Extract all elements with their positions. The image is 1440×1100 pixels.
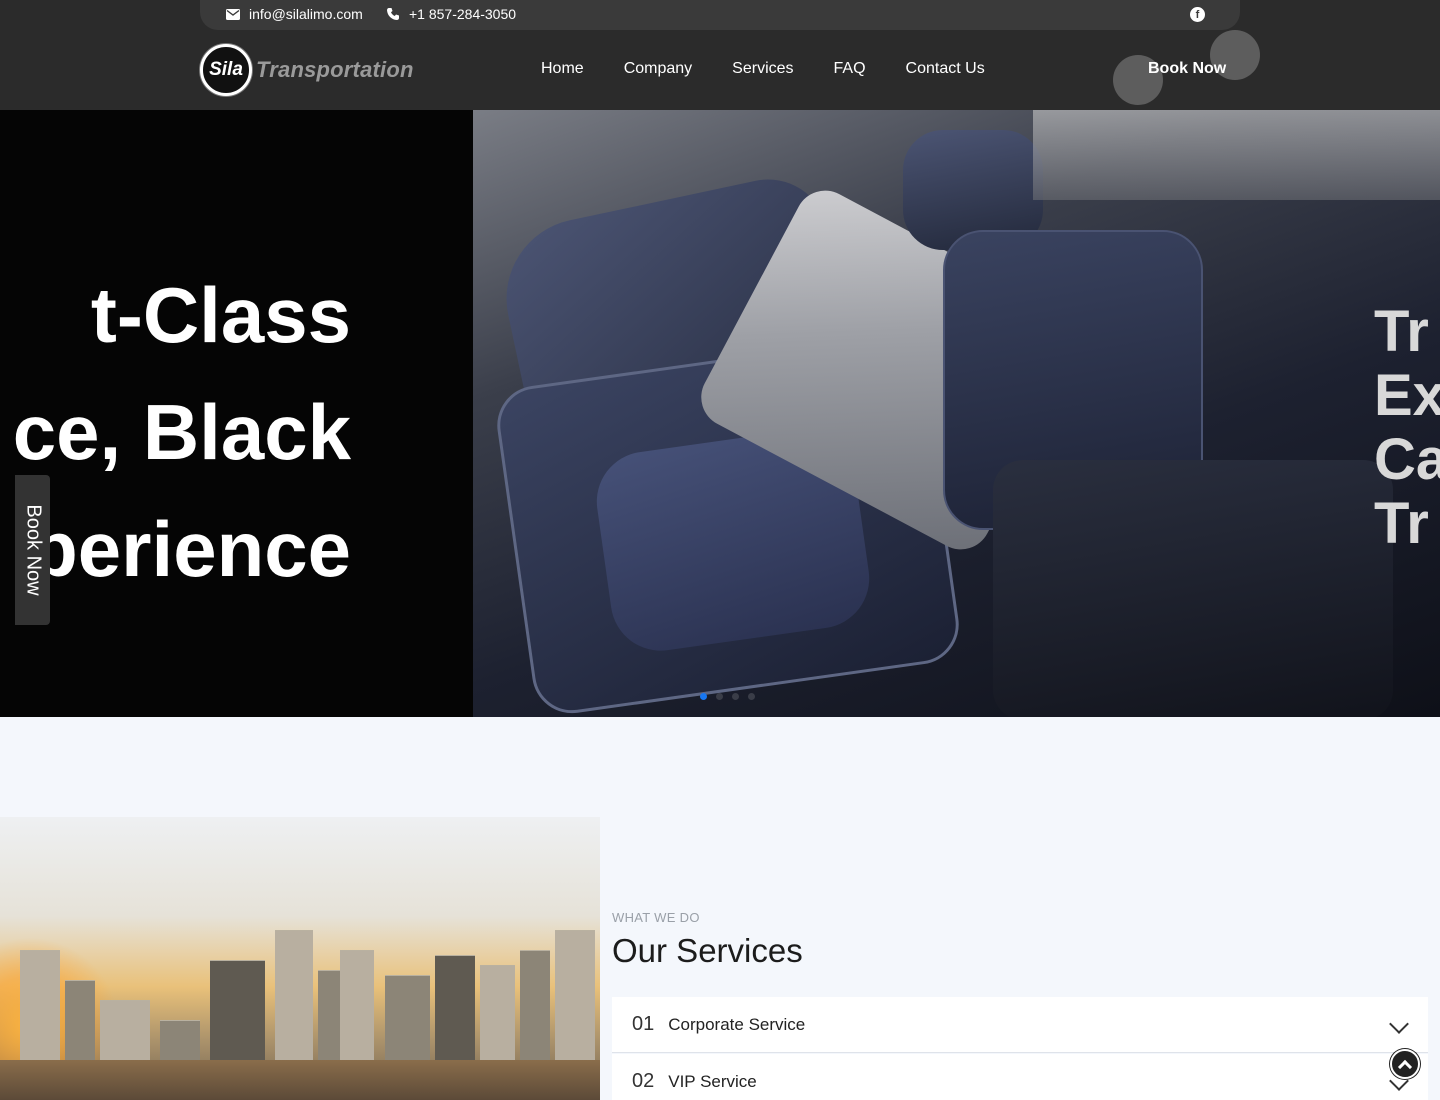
next-slide-title: Tr Ex Ca Tr: [1374, 300, 1440, 556]
hero-text-panel: t-Class ce, Black perience: [0, 110, 473, 717]
site-logo[interactable]: Sila Transportation: [200, 44, 414, 96]
logo-mark: Sila: [200, 44, 252, 96]
service-accordion-item[interactable]: 02 VIP Service: [612, 1054, 1428, 1100]
slider-pagination: [700, 693, 755, 700]
envelope-icon: [225, 6, 241, 22]
nav-contact-us[interactable]: Contact Us: [906, 60, 985, 78]
service-label: Corporate Service: [668, 1014, 806, 1034]
side-book-now-label: Book Now: [22, 504, 44, 596]
service-accordion-item[interactable]: 01 Corporate Service: [612, 997, 1428, 1053]
next-slide-line: Tr: [1374, 491, 1429, 556]
next-slide-line: Tr: [1374, 299, 1429, 364]
service-number: 02: [632, 1070, 655, 1092]
site-header: info@silalimo.com +1 857-284-3050 f Sila…: [0, 0, 1440, 110]
service-label: VIP Service: [668, 1071, 757, 1091]
section-eyebrow: WHAT WE DO: [612, 910, 700, 925]
phone-link[interactable]: +1 857-284-3050: [385, 6, 516, 22]
top-contact-bar: info@silalimo.com +1 857-284-3050 f: [200, 0, 1240, 30]
hero-title-line: t-Class: [90, 271, 351, 359]
service-number: 01: [632, 1013, 655, 1035]
slider-dot-4[interactable]: [748, 693, 755, 700]
email-link[interactable]: info@silalimo.com: [225, 6, 363, 22]
main-nav: Home Company Services FAQ Contact Us: [541, 60, 985, 78]
hero-car-interior-image: [473, 110, 1440, 717]
nav-faq[interactable]: FAQ: [834, 60, 866, 78]
phone-icon: [385, 6, 401, 22]
section-title: Our Services: [612, 932, 803, 969]
chevron-up-icon: [1397, 1059, 1413, 1074]
hero-title: t-Class ce, Black perience: [13, 257, 351, 608]
nav-services[interactable]: Services: [732, 60, 793, 78]
city-skyline-image: [0, 817, 600, 1100]
slider-dot-2[interactable]: [716, 693, 723, 700]
rear-window: [1033, 110, 1440, 200]
slider-dot-1[interactable]: [700, 693, 707, 700]
book-now-button[interactable]: Book Now: [1148, 60, 1226, 78]
facebook-icon[interactable]: f: [1190, 7, 1205, 22]
city-foreground: [0, 1060, 600, 1100]
next-slide-line: Ex: [1374, 363, 1440, 428]
next-slide-line: Ca: [1374, 427, 1440, 492]
nav-home[interactable]: Home: [541, 60, 584, 78]
slider-dot-3[interactable]: [732, 693, 739, 700]
hero-title-line: perience: [30, 505, 351, 593]
chevron-down-icon: [1389, 1014, 1409, 1034]
logo-word: Transportation: [256, 57, 414, 82]
rear-floor-console: [993, 460, 1393, 717]
nav-company[interactable]: Company: [624, 60, 692, 78]
hero-slider: t-Class ce, Black perience Tr Ex Ca Tr: [0, 110, 1440, 717]
phone-text: +1 857-284-3050: [409, 6, 517, 22]
hero-title-line: ce, Black: [12, 388, 351, 476]
scroll-to-top-button[interactable]: [1390, 1049, 1420, 1079]
email-text: info@silalimo.com: [249, 6, 363, 22]
side-book-now-button[interactable]: Book Now: [15, 475, 50, 625]
